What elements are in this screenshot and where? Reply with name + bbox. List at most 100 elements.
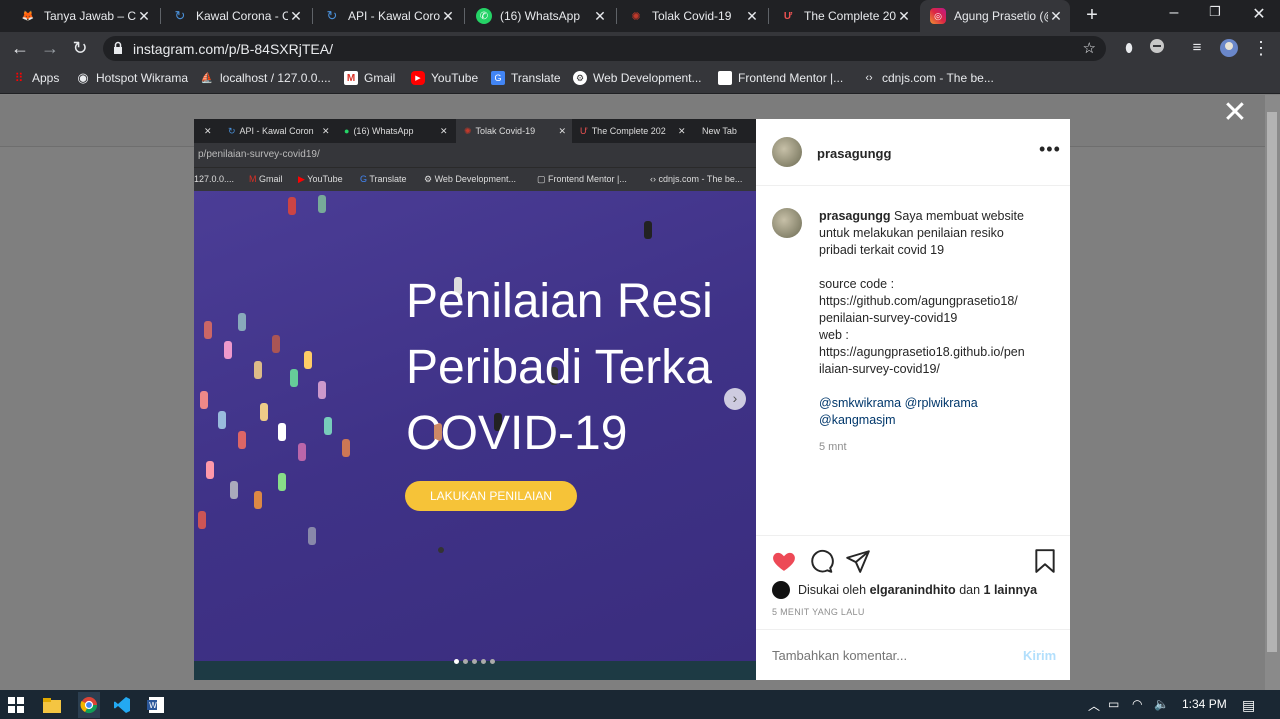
media-url-bar: p/penilaian-survey-covid19/	[194, 143, 756, 167]
back-arrow-icon[interactable]: ←	[9, 38, 31, 58]
bookmark-translate[interactable]: G Translate	[491, 71, 561, 85]
tab-kawal-corona[interactable]: ↻ Kawal Corona - Co ✕	[162, 0, 310, 32]
close-tab-icon[interactable]: ✕	[592, 8, 608, 25]
bookmark-frontend-mentor[interactable]: Frontend Mentor |...	[718, 71, 843, 85]
tab-label: (16) WhatsApp	[500, 9, 581, 23]
chrome-menu-icon[interactable]: ⋮	[1250, 38, 1272, 58]
bookmark-label: cdnjs.com - The be...	[882, 71, 994, 85]
next-slide-button[interactable]: ›	[724, 388, 746, 410]
volume-icon[interactable]: 🔈	[1154, 697, 1169, 711]
media-bookmark-label: Gmail	[259, 174, 283, 184]
hero-title: Penilaian Resi Peribadi Terka COVID-19	[406, 275, 713, 460]
forward-arrow-icon[interactable]: →	[39, 38, 61, 58]
wifi-icon[interactable]: ◠	[1132, 697, 1142, 711]
heart-icon[interactable]	[771, 548, 797, 574]
tab-api-kawal-corona[interactable]: ↻ API - Kawal Coron ✕	[314, 0, 462, 32]
crowd-figure	[304, 351, 312, 369]
liker-avatar[interactable]	[772, 581, 790, 599]
scrollbar-thumb[interactable]	[1267, 112, 1277, 652]
battery-icon[interactable]: ▭	[1108, 697, 1119, 711]
comment-icon[interactable]	[808, 548, 834, 574]
minimize-button[interactable]: –	[1164, 4, 1184, 22]
windows-taskbar: W ︿ ▭ ◠ 🔈 1:34 PM ▤	[0, 690, 1280, 719]
bookmark-cdnjs[interactable]: ‹› cdnjs.com - The be...	[862, 71, 994, 85]
crowd-figure	[254, 491, 262, 509]
star-icon[interactable]: ☆	[1083, 39, 1096, 57]
bookmark-save-icon[interactable]	[1032, 548, 1058, 574]
windows-start-icon[interactable]	[6, 695, 26, 715]
chrome-taskbar-icon[interactable]	[78, 692, 100, 718]
vscode-icon[interactable]	[112, 695, 132, 715]
profile-avatar[interactable]	[1218, 38, 1240, 62]
bookmark-label: Frontend Mentor |...	[738, 71, 844, 85]
caption-avatar[interactable]	[772, 208, 802, 238]
media-tab: ● (16) WhatsApp	[344, 126, 414, 136]
avatar[interactable]	[772, 137, 802, 167]
media-queue-icon[interactable]: ≡	[1186, 38, 1208, 58]
bookmark-gmail[interactable]: M Gmail	[344, 71, 395, 85]
likes-others-link[interactable]: 1 lainnya	[984, 583, 1038, 597]
caption-line: source code :	[819, 277, 895, 291]
media-tab: ↻ API - Kawal Coron	[228, 125, 314, 137]
liker-username[interactable]: elgaranindhito	[870, 583, 956, 597]
caption-username[interactable]: prasagungg	[819, 209, 891, 223]
tab-tanya-jawab[interactable]: 🦊 Tanya Jawab – Cov ✕	[10, 0, 158, 32]
tab-tolak-covid[interactable]: ✺ Tolak Covid-19 ✕	[618, 0, 766, 32]
more-options-icon[interactable]: •••	[1039, 139, 1061, 160]
comment-input[interactable]	[772, 648, 1002, 663]
tab-the-complete[interactable]: Ư The Complete 202 ✕	[770, 0, 918, 32]
media-bookmark-label: Translate	[369, 174, 407, 184]
caption-mentions[interactable]: @smkwikrama @rplwikrama	[819, 395, 1049, 412]
bookmark-web-development[interactable]: ⚙ Web Development...	[573, 71, 702, 85]
close-tab-icon[interactable]: ✕	[136, 8, 152, 25]
show-hidden-icons[interactable]: ︿	[1088, 697, 1100, 714]
post-media[interactable]: ✕ ↻ API - Kawal Coron ✕ ● (16) WhatsApp ✕ …	[194, 119, 756, 680]
crowd-figure	[438, 547, 444, 553]
tab-instagram[interactable]: ◎ Agung Prasetio (@ ✕	[920, 0, 1070, 32]
bookmark-hotspot-wikrama[interactable]: ◉ Hotspot Wikrama	[76, 70, 188, 85]
post-username[interactable]: prasagungg	[817, 146, 891, 161]
extension-icon[interactable]	[1146, 38, 1168, 58]
close-window-button[interactable]: ✕	[1249, 4, 1269, 24]
bookmark-label: YouTube	[431, 71, 479, 85]
lakukan-penilaian-button: LAKUKAN PENILAIAN	[405, 481, 577, 511]
crowd-figure	[238, 431, 246, 449]
caption-timestamp[interactable]: 5 mnt	[819, 441, 847, 453]
share-icon[interactable]	[845, 548, 871, 574]
caption-line: web :	[819, 328, 849, 342]
address-bar[interactable]: instagram.com/p/B-84SXRjTEA/ ☆	[103, 36, 1106, 61]
restore-button[interactable]: ❐	[1205, 4, 1225, 20]
media-bookmark: 127.0.0....	[194, 174, 235, 184]
close-tab-icon[interactable]: ✕	[896, 8, 912, 25]
close-tab-icon[interactable]: ✕	[744, 8, 760, 25]
bookmark-localhost[interactable]: ⛵ localhost / 127.0.0....	[200, 71, 331, 85]
close-tab-icon[interactable]: ✕	[440, 8, 456, 25]
media-tab-label: API - Kawal Coron	[239, 126, 314, 136]
media-bookmark: ⚙ Web Development...	[424, 174, 516, 184]
crowd-figure	[238, 313, 246, 331]
extension-icon[interactable]: ⬮	[1118, 38, 1140, 58]
close-tab-icon[interactable]: ✕	[288, 8, 304, 25]
carousel-dot	[463, 659, 468, 664]
crowd-figure	[204, 321, 212, 339]
file-explorer-icon[interactable]	[42, 695, 62, 715]
post-timestamp[interactable]: 5 MENIT YANG LALU	[772, 607, 865, 617]
tab-whatsapp[interactable]: ✆ (16) WhatsApp ✕	[466, 0, 614, 32]
word-icon[interactable]: W	[146, 695, 166, 715]
clock[interactable]: 1:34 PM	[1182, 697, 1227, 711]
crowd-figure	[272, 335, 280, 353]
media-bookmark: ▢ Frontend Mentor |...	[537, 174, 627, 184]
carousel-dot	[472, 659, 477, 664]
close-modal-icon[interactable]: ✕	[1222, 98, 1248, 128]
notifications-icon[interactable]: ▤	[1242, 697, 1255, 714]
new-tab-button[interactable]: +	[1082, 4, 1102, 27]
caption-mentions[interactable]: @kangmasjm	[819, 412, 1049, 429]
reload-icon[interactable]: ↻	[69, 38, 91, 58]
caption-line: prasagungg Saya membuat website	[819, 208, 1049, 225]
refresh-icon: ↻	[326, 8, 338, 23]
close-tab-icon[interactable]: ✕	[1048, 8, 1064, 25]
post-comment-button[interactable]: Kirim	[1023, 648, 1056, 663]
refresh-icon: ↻	[174, 8, 186, 23]
bookmark-apps[interactable]: ⠿ Apps	[12, 71, 60, 85]
bookmark-youtube[interactable]: ▶ YouTube	[411, 71, 478, 85]
